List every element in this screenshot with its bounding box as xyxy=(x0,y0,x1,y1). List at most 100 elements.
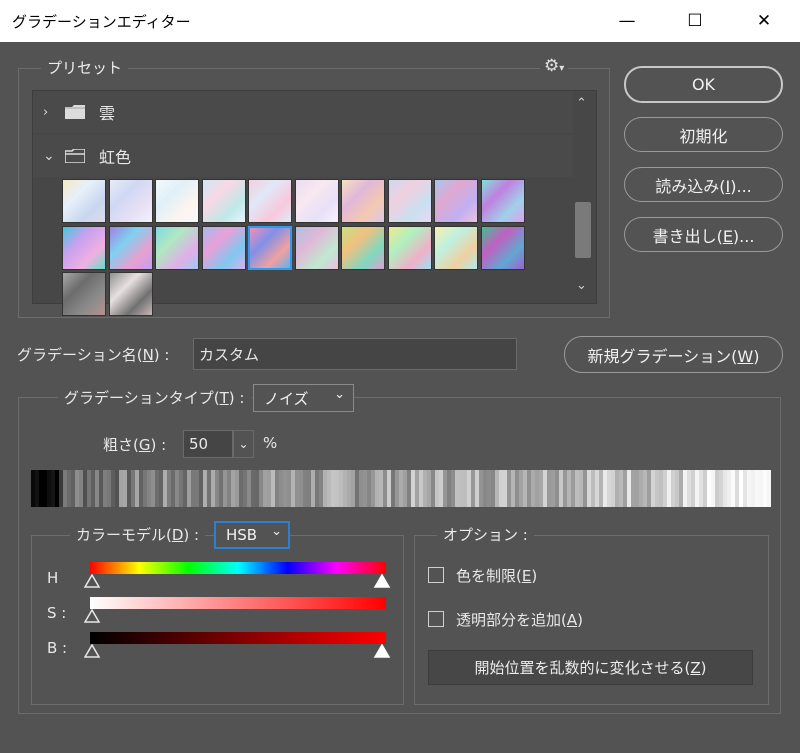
preset-scrollbar[interactable]: ⌃ ⌄ xyxy=(572,92,594,302)
preset-folder-label: 雲 xyxy=(99,104,116,123)
noise-band xyxy=(475,470,480,507)
new-gradient-button-label: 新規グラデーション(W) xyxy=(587,343,759,367)
save-button[interactable]: 書き出し(E)... xyxy=(624,217,783,252)
noise-band xyxy=(55,470,60,507)
gear-caret-icon: ▾ xyxy=(559,63,565,74)
gradient-preset-swatch[interactable] xyxy=(480,225,525,270)
gradient-preset-swatch[interactable] xyxy=(387,225,432,270)
noise-band xyxy=(71,470,76,507)
scroll-up-icon[interactable]: ⌃ xyxy=(576,96,587,111)
noise-band xyxy=(335,470,340,507)
load-button[interactable]: 読み込み(I)... xyxy=(624,167,783,202)
gradient-preset-swatch[interactable] xyxy=(341,179,385,223)
folder-icon xyxy=(65,105,85,119)
gradient-preset-swatch[interactable] xyxy=(108,179,153,223)
saturation-slider-track[interactable] xyxy=(90,597,386,609)
noise-band xyxy=(379,470,384,507)
preset-folder-clouds[interactable]: › 雲 xyxy=(33,91,573,133)
noise-band xyxy=(375,470,380,507)
noise-band xyxy=(115,470,120,507)
roughness-label-post: ) : xyxy=(150,436,167,454)
gradient-preset-swatch[interactable] xyxy=(108,225,153,270)
ok-button[interactable]: OK xyxy=(624,66,783,103)
gradient-preset-swatch[interactable] xyxy=(434,225,478,270)
noise-band xyxy=(683,470,688,507)
color-model-label: カラーモデル(D) : xyxy=(70,524,206,545)
noise-band xyxy=(287,470,292,507)
noise-band xyxy=(359,470,364,507)
noise-band xyxy=(191,470,196,507)
noise-band xyxy=(763,470,768,507)
roughness-unit: % xyxy=(263,434,278,452)
noise-band xyxy=(303,470,308,507)
noise-band xyxy=(511,470,516,507)
maximize-button[interactable]: ☐ xyxy=(672,0,718,42)
noise-band xyxy=(415,470,420,507)
gradient-preset-swatch[interactable] xyxy=(201,225,246,270)
noise-band xyxy=(371,470,376,507)
gradient-preset-swatch[interactable] xyxy=(62,225,106,270)
gradient-type-dropdown[interactable]: ノイズ ⌄ xyxy=(253,384,354,412)
preset-folder-label: 虹色 xyxy=(99,148,132,167)
noise-band xyxy=(47,470,52,507)
gradient-preset-swatch[interactable] xyxy=(62,272,106,316)
gradient-preset-swatch[interactable] xyxy=(62,179,106,223)
new-label-post: ) xyxy=(753,346,760,366)
noise-band xyxy=(39,470,44,507)
gear-menu-button[interactable]: ⚙▾ xyxy=(540,56,569,76)
noise-band xyxy=(623,470,628,507)
minimize-button[interactable]: — xyxy=(604,0,650,42)
noise-band xyxy=(603,470,608,507)
hue-slider-track[interactable] xyxy=(90,562,386,574)
gradient-preset-swatch[interactable] xyxy=(155,225,199,270)
noise-band xyxy=(227,470,232,507)
noise-band xyxy=(599,470,604,507)
gradient-preset-swatch[interactable] xyxy=(108,272,153,316)
gradient-name-input[interactable]: カスタム xyxy=(193,338,517,370)
roughness-dropdown-button[interactable]: ⌄ xyxy=(233,430,254,458)
gradient-preset-swatch[interactable] xyxy=(248,179,292,223)
noise-band xyxy=(759,470,764,507)
noise-band xyxy=(271,470,276,507)
brightness-slider-track[interactable] xyxy=(90,632,386,644)
gradient-preset-swatch[interactable] xyxy=(434,179,478,223)
noise-band xyxy=(187,470,192,507)
noise-band xyxy=(383,470,388,507)
gradient-preset-swatch[interactable] xyxy=(201,179,246,223)
restrict-colors-checkbox[interactable] xyxy=(428,567,444,583)
roughness-input[interactable]: 50 xyxy=(183,430,233,458)
scroll-thumb[interactable] xyxy=(575,202,591,258)
add-transparency-label[interactable]: 透明部分を追加(A) xyxy=(456,609,583,630)
gradient-preset-swatch[interactable] xyxy=(341,225,385,270)
save-label-pre: 書き出し( xyxy=(652,226,723,246)
gradient-preset-swatch[interactable] xyxy=(155,179,199,223)
close-button[interactable]: ✕ xyxy=(741,0,787,42)
randomize-button[interactable]: 開始位置を乱数的に変化させる(Z) xyxy=(428,650,753,685)
noise-band xyxy=(139,470,144,507)
noise-band xyxy=(591,470,596,507)
add-transparency-checkbox[interactable] xyxy=(428,611,444,627)
new-gradient-button[interactable]: 新規グラデーション(W) xyxy=(564,336,783,373)
restrict-colors-label[interactable]: 色を制限(E) xyxy=(456,565,537,586)
noise-band xyxy=(399,470,404,507)
load-label-pre: 読み込み( xyxy=(655,176,726,196)
preset-list[interactable]: › 雲 ⌄ 虹色 xyxy=(32,90,597,316)
noise-band xyxy=(151,470,156,507)
gradient-preset-swatch[interactable] xyxy=(248,225,292,270)
preset-folder-rainbow[interactable]: ⌄ 虹色 xyxy=(33,135,573,177)
noise-band xyxy=(447,470,452,507)
gradient-preset-swatch[interactable] xyxy=(387,179,432,223)
title-bar: グラデーションエディター — ☐ ✕ xyxy=(0,0,800,42)
noise-band xyxy=(483,470,488,507)
noise-band xyxy=(655,470,660,507)
reset-button[interactable]: 初期化 xyxy=(624,117,783,152)
scroll-down-icon[interactable]: ⌄ xyxy=(576,278,587,293)
gradient-preset-swatch[interactable] xyxy=(294,179,339,223)
gradient-preset-swatch[interactable] xyxy=(294,225,339,270)
save-label-key: E xyxy=(722,226,733,246)
noise-band xyxy=(31,470,36,507)
noise-band xyxy=(367,470,372,507)
gradient-preset-swatch[interactable] xyxy=(480,179,525,223)
noise-band xyxy=(143,470,148,507)
color-model-dropdown[interactable]: HSB ⌄ xyxy=(214,521,290,549)
